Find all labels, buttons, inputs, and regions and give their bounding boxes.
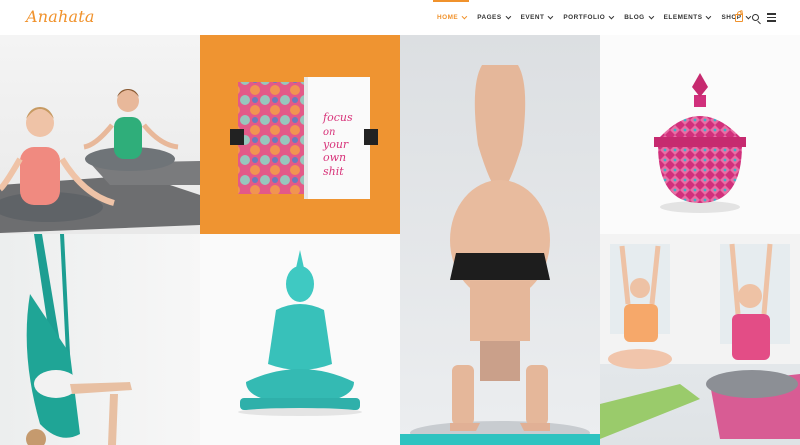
cart-count: 0 [740, 10, 743, 16]
portfolio-item-stretching[interactable] [600, 234, 800, 445]
buddha-statue-image [238, 250, 362, 416]
svg-text:shit: shit [323, 165, 344, 178]
nav-label-pages: PAGES [477, 14, 502, 21]
chevron-down-icon [505, 13, 511, 19]
nav-label-home: HOME [437, 14, 459, 21]
hamburger-menu-button[interactable] [764, 0, 778, 35]
main-nav: HOME PAGES EVENT PORTFOLIO BLOG ELEMENTS… [431, 0, 755, 35]
nav-item-home[interactable]: HOME [431, 0, 471, 35]
nav-label-elements: ELEMENTS [663, 14, 703, 21]
notebook-image: focus on your own shit [230, 77, 378, 199]
chevron-down-icon [547, 13, 554, 19]
chevron-down-icon [461, 13, 468, 19]
chevron-down-icon [706, 13, 712, 19]
portfolio-item-meditation[interactable] [0, 35, 200, 234]
ornamental-jar-image [654, 73, 746, 213]
cart-button[interactable]: 0 [732, 0, 746, 35]
svg-text:focus: focus [322, 111, 353, 124]
portfolio-item-inversion[interactable] [400, 35, 600, 445]
chevron-down-icon [648, 13, 654, 19]
nav-item-pages[interactable]: PAGES [471, 0, 514, 35]
nav-label-event: EVENT [520, 14, 545, 21]
stretching-image [600, 234, 800, 439]
nav-item-elements[interactable]: ELEMENTS [658, 0, 716, 35]
portfolio-item-notebook[interactable]: focus on your own shit [200, 35, 400, 234]
nav-item-blog[interactable]: BLOG [618, 0, 657, 35]
search-icon [751, 14, 759, 21]
svg-text:on: on [323, 127, 335, 138]
portfolio-item-aerial-yoga[interactable] [0, 234, 200, 445]
svg-text:own: own [323, 151, 346, 164]
search-button[interactable] [748, 0, 762, 35]
portfolio-item-jar[interactable] [600, 35, 800, 234]
nav-label-portfolio: PORTFOLIO [563, 14, 606, 21]
meditation-image [0, 89, 200, 233]
nav-label-blog: BLOG [624, 14, 645, 21]
hamburger-menu-icon [766, 13, 776, 15]
teal-accent-strip [400, 434, 600, 445]
nav-item-event[interactable]: EVENT [515, 0, 558, 35]
chevron-down-icon [608, 13, 615, 19]
portfolio-item-buddha[interactable] [200, 234, 400, 445]
site-header: Anahata HOME PAGES EVENT PORTFOLIO BLOG … [0, 0, 800, 35]
inversion-pose-image [410, 65, 590, 445]
aerial-yoga-image [26, 234, 132, 445]
nav-item-portfolio[interactable]: PORTFOLIO [557, 0, 618, 35]
svg-text:your: your [322, 138, 349, 151]
site-logo[interactable]: Anahata [26, 7, 95, 26]
